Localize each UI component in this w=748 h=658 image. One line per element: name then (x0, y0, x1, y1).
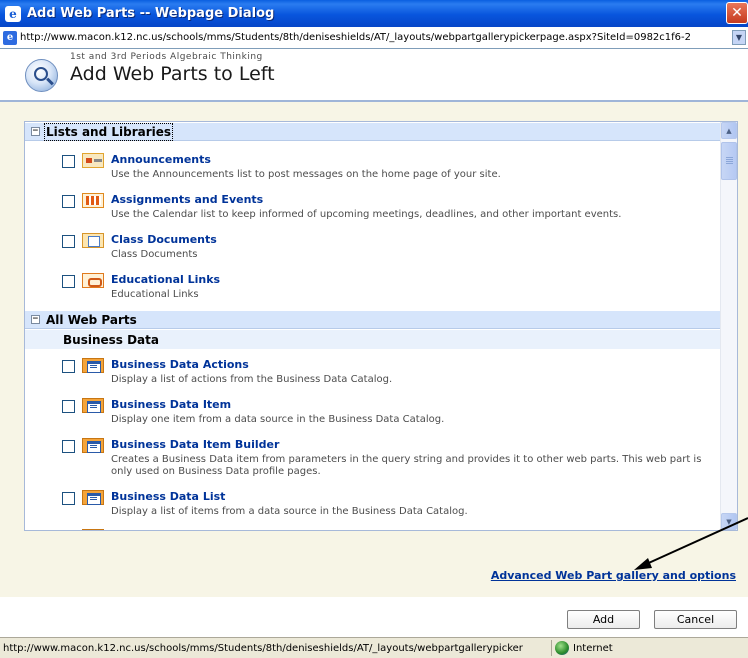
web-part-item-assignments-and-events: Assignments and Events Use the Calendar … (25, 192, 721, 232)
web-part-item-educational-links: Educational Links Educational Links (25, 272, 721, 312)
web-part-item-business-data-item-builder: Business Data Item Builder Creates a Bus… (25, 437, 721, 487)
checkbox[interactable] (62, 440, 75, 453)
web-part-title: Business Data Item Builder (111, 438, 280, 451)
web-part-description: Educational Links (111, 289, 199, 300)
document-library-icon (82, 233, 104, 248)
checkbox[interactable] (62, 492, 75, 505)
web-part-title: Announcements (111, 153, 211, 166)
title-bar: e Add Web Parts -- Webpage Dialog ✕ (0, 0, 748, 27)
checkbox[interactable] (62, 155, 75, 168)
internet-zone-icon (555, 641, 569, 655)
web-part-title: Assignments and Events (111, 193, 264, 206)
checkbox[interactable] (62, 235, 75, 248)
links-icon (82, 273, 104, 288)
web-part-title: Business Data Item (111, 398, 232, 411)
web-part-description: Class Documents (111, 249, 198, 260)
web-part-description: Display a list of actions from the Busin… (111, 374, 393, 385)
group-header-lists-and-libraries[interactable]: − Lists and Libraries (25, 122, 721, 141)
page-icon: e (3, 30, 17, 45)
business-data-icon (82, 529, 104, 530)
web-part-title: Educational Links (111, 273, 221, 286)
checkbox[interactable] (62, 360, 75, 373)
security-zone: Internet (573, 642, 613, 654)
web-part-title: Business Data Actions (111, 358, 249, 371)
web-part-item-class-documents: Class Documents Class Documents (25, 232, 721, 272)
dialog-footer: Add Cancel (0, 598, 748, 637)
cancel-button[interactable]: Cancel (654, 610, 737, 629)
group-label: All Web Parts (46, 312, 137, 327)
web-part-description: Use the Calendar list to keep informed o… (111, 209, 622, 220)
address-url[interactable]: http://www.macon.k12.nc.us/schools/mms/S… (20, 32, 738, 43)
business-data-icon (82, 490, 104, 505)
close-button[interactable]: ✕ (726, 2, 748, 24)
address-dropdown-icon[interactable]: ▼ (732, 30, 746, 45)
magnifier-icon (25, 59, 58, 92)
business-data-icon (82, 398, 104, 413)
advanced-gallery-link[interactable]: Advanced Web Part gallery and options (491, 569, 736, 582)
business-data-icon (82, 358, 104, 373)
collapse-icon[interactable]: − (31, 315, 40, 324)
web-part-description: Creates a Business Data item from parame… (111, 454, 702, 477)
add-button[interactable]: Add (567, 610, 640, 629)
checkbox[interactable] (62, 275, 75, 288)
category-label: Business Data (63, 332, 159, 347)
collapse-icon[interactable]: − (31, 127, 40, 136)
group-header-all-web-parts[interactable]: − All Web Parts (25, 311, 721, 329)
site-title: 1st and 3rd Periods Algebraic Thinking (70, 52, 263, 62)
announcements-icon (82, 153, 104, 168)
checkbox[interactable] (62, 400, 75, 413)
header-divider (0, 100, 748, 102)
web-part-title: Business Data List (111, 490, 226, 503)
address-bar: e http://www.macon.k12.nc.us/schools/mms… (0, 27, 748, 49)
dialog-header: 1st and 3rd Periods Algebraic Thinking A… (0, 49, 748, 100)
page-title: Add Web Parts to Left (70, 63, 275, 85)
status-bar: http://www.macon.k12.nc.us/schools/mms/S… (0, 637, 748, 658)
scroll-up-icon[interactable]: ▲ (721, 122, 737, 139)
calendar-icon (82, 193, 104, 208)
checkbox[interactable] (62, 195, 75, 208)
status-url: http://www.macon.k12.nc.us/schools/mms/S… (3, 642, 523, 654)
web-part-description: Use the Announcements list to post messa… (111, 169, 501, 180)
web-part-item-announcements: Announcements Use the Announcements list… (25, 152, 721, 192)
web-part-description: Display one item from a data source in t… (111, 414, 445, 425)
window-title: Add Web Parts -- Webpage Dialog (27, 6, 275, 21)
web-part-item-business-data-item: Business Data Item Display one item from… (25, 397, 721, 437)
ie-icon: e (5, 5, 21, 22)
vertical-scrollbar[interactable]: ▲ ▼ (720, 122, 737, 530)
web-part-item-business-data-actions: Business Data Actions Display a list of … (25, 357, 721, 397)
group-label: Lists and Libraries (43, 122, 174, 141)
status-divider (551, 640, 552, 656)
category-header-business-data: Business Data (25, 330, 721, 349)
business-data-icon (82, 438, 104, 453)
scroll-thumb[interactable] (721, 142, 737, 180)
web-part-title: Class Documents (111, 233, 217, 246)
web-part-list: − Lists and Libraries Announcements Use … (24, 121, 738, 531)
